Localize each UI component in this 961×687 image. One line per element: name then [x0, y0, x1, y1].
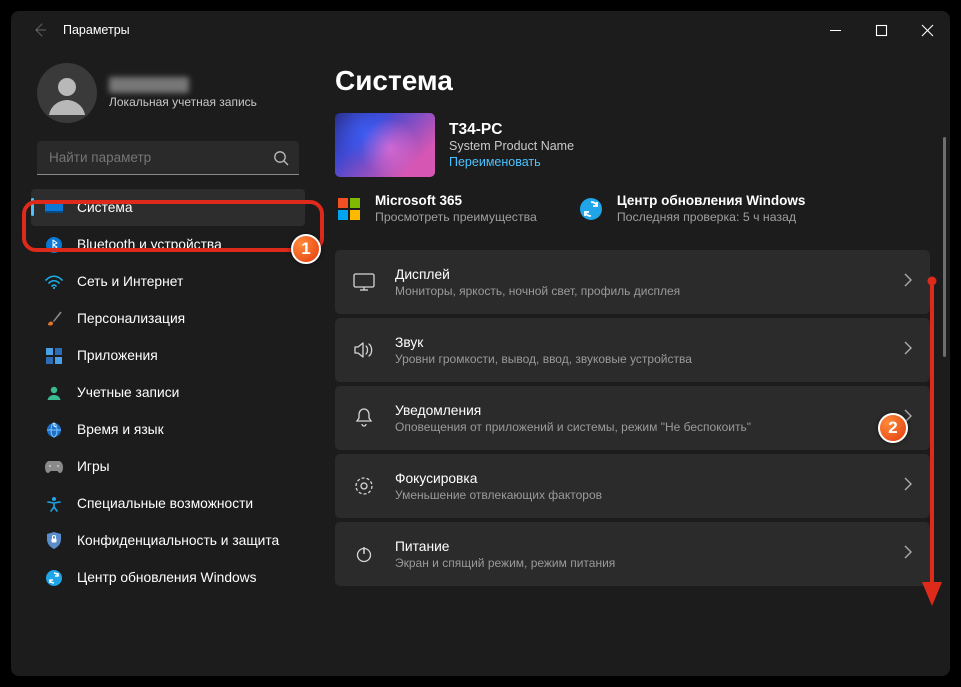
m365-icon	[335, 195, 363, 223]
wifi-icon	[45, 273, 63, 291]
item-display[interactable]: Дисплей Мониторы, яркость, ночной свет, п…	[335, 250, 930, 314]
gamepad-icon	[45, 458, 63, 476]
titlebar: Параметры	[11, 11, 950, 49]
update-icon	[45, 569, 63, 587]
system-icon	[45, 199, 63, 217]
sidebar: Локальная учетная запись Система	[11, 49, 313, 676]
sidebar-item-system[interactable]: Система	[31, 189, 305, 226]
globe-icon	[45, 421, 63, 439]
sidebar-item-label: Персонализация	[77, 311, 185, 326]
sidebar-item-gaming[interactable]: Игры	[31, 448, 305, 485]
account-name	[109, 77, 189, 93]
annotation-badge-2: 2	[878, 413, 908, 443]
search-input[interactable]	[37, 141, 299, 175]
card-title: Центр обновления Windows	[617, 193, 806, 208]
device-thumbnail[interactable]	[335, 113, 435, 177]
caption-buttons	[812, 11, 950, 49]
search-box[interactable]	[37, 141, 299, 175]
sidebar-item-update[interactable]: Центр обновления Windows	[31, 559, 305, 596]
back-icon[interactable]	[33, 23, 47, 37]
settings-window: Параметры Локальная учетная запись	[11, 11, 950, 676]
item-sub: Уровни громкости, вывод, ввод, звуковые …	[395, 352, 884, 366]
power-icon	[353, 543, 375, 565]
item-title: Звук	[395, 335, 884, 350]
annotation-badge-1: 1	[291, 234, 321, 264]
card-m365[interactable]: Microsoft 365 Просмотреть преимущества	[335, 193, 537, 224]
account-block[interactable]: Локальная учетная запись	[37, 63, 305, 123]
brush-icon	[45, 310, 63, 328]
main-content: Система T34-PC System Product Name Переи…	[313, 49, 950, 676]
card-sub: Просмотреть преимущества	[375, 210, 537, 224]
item-title: Дисплей	[395, 267, 884, 282]
scrollbar[interactable]	[943, 137, 946, 656]
card-update[interactable]: Центр обновления Windows Последняя прове…	[577, 193, 806, 224]
window-title: Параметры	[63, 23, 130, 37]
chevron-right-icon	[904, 273, 912, 292]
item-sound[interactable]: Звук Уровни громкости, вывод, ввод, звуко…	[335, 318, 930, 382]
device-name: T34-PC	[449, 121, 574, 139]
avatar	[37, 63, 97, 123]
sidebar-item-personalization[interactable]: Персонализация	[31, 300, 305, 337]
sidebar-item-label: Конфиденциальность и защита	[77, 533, 279, 548]
item-sub: Оповещения от приложений и системы, режи…	[395, 420, 884, 434]
sidebar-item-label: Учетные записи	[77, 385, 179, 400]
sidebar-item-label: Игры	[77, 459, 110, 474]
chevron-right-icon	[904, 545, 912, 564]
accounts-icon	[45, 384, 63, 402]
item-notifications[interactable]: Уведомления Оповещения от приложений и си…	[335, 386, 930, 450]
item-sub: Уменьшение отвлекающих факторов	[395, 488, 884, 502]
sidebar-item-label: Центр обновления Windows	[77, 570, 257, 585]
apps-icon	[45, 347, 63, 365]
sidebar-item-bluetooth[interactable]: Bluetooth и устройства	[31, 226, 305, 263]
sidebar-item-label: Специальные возможности	[77, 496, 253, 511]
card-title: Microsoft 365	[375, 193, 537, 208]
item-sub: Экран и спящий режим, режим питания	[395, 556, 884, 570]
shield-icon	[45, 532, 63, 550]
item-focus[interactable]: Фокусировка Уменьшение отвлекающих фактор…	[335, 454, 930, 518]
sidebar-item-label: Приложения	[77, 348, 158, 363]
search-icon	[273, 150, 289, 171]
sidebar-item-label: Время и язык	[77, 422, 164, 437]
bell-icon	[353, 407, 375, 429]
annotation-arrow	[921, 278, 943, 608]
sidebar-item-accessibility[interactable]: Специальные возможности	[31, 485, 305, 522]
sidebar-item-accounts[interactable]: Учетные записи	[31, 374, 305, 411]
sidebar-item-time[interactable]: Время и язык	[31, 411, 305, 448]
rename-link[interactable]: Переименовать	[449, 155, 574, 169]
settings-items: Дисплей Мониторы, яркость, ночной свет, п…	[335, 250, 930, 586]
sidebar-item-label: Сеть и Интернет	[77, 274, 183, 289]
page-title: Система	[335, 65, 930, 97]
device-model: System Product Name	[449, 139, 574, 153]
sidebar-item-label: Bluetooth и устройства	[77, 237, 222, 252]
item-title: Питание	[395, 539, 884, 554]
sidebar-item-network[interactable]: Сеть и Интернет	[31, 263, 305, 300]
sidebar-item-label: Система	[77, 200, 133, 215]
chevron-right-icon	[904, 341, 912, 360]
sound-icon	[353, 339, 375, 361]
scrollbar-thumb[interactable]	[943, 137, 946, 357]
focus-icon	[353, 475, 375, 497]
card-sub: Последняя проверка: 5 ч назад	[617, 210, 806, 224]
item-title: Уведомления	[395, 403, 884, 418]
maximize-button[interactable]	[858, 11, 904, 49]
update-card-icon	[577, 195, 605, 223]
display-icon	[353, 271, 375, 293]
bluetooth-icon	[45, 236, 63, 254]
device-block: T34-PC System Product Name Переименовать	[335, 113, 930, 177]
close-button[interactable]	[904, 11, 950, 49]
account-subtitle: Локальная учетная запись	[109, 95, 257, 109]
minimize-button[interactable]	[812, 11, 858, 49]
sidebar-item-apps[interactable]: Приложения	[31, 337, 305, 374]
accessibility-icon	[45, 495, 63, 513]
chevron-right-icon	[904, 477, 912, 496]
sidebar-item-privacy[interactable]: Конфиденциальность и защита	[31, 522, 305, 559]
item-title: Фокусировка	[395, 471, 884, 486]
item-power[interactable]: Питание Экран и спящий режим, режим питан…	[335, 522, 930, 586]
sidebar-nav: Система Bluetooth и устройства Сеть и Ин…	[31, 189, 305, 596]
item-sub: Мониторы, яркость, ночной свет, профиль …	[395, 284, 884, 298]
